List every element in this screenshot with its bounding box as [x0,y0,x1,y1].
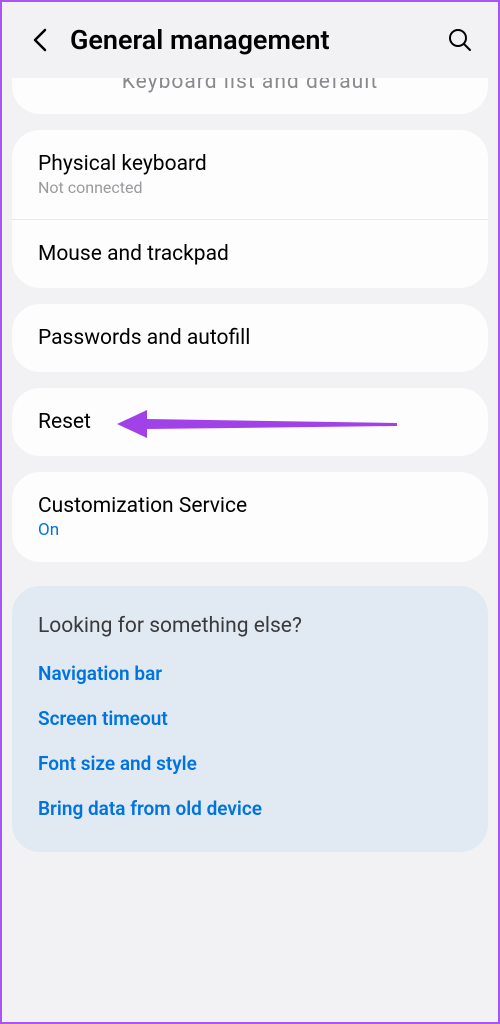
content: Keyboard list and default Physical keybo… [2,78,498,852]
customization-title: Customization Service [38,494,462,518]
customization-item[interactable]: Customization Service On [12,472,488,562]
mouse-trackpad-item[interactable]: Mouse and trackpad [12,220,488,288]
suggestions-card: Looking for something else? Navigation b… [12,586,488,852]
passwords-autofill-item[interactable]: Passwords and autofill [12,304,488,372]
suggestion-navigation-bar[interactable]: Navigation bar [38,662,462,685]
reset-title: Reset [38,410,462,434]
truncated-card: Keyboard list and default [12,78,488,114]
customization-card: Customization Service On [12,472,488,562]
suggestion-font-size[interactable]: Font size and style [38,752,462,775]
suggestion-bring-data[interactable]: Bring data from old device [38,797,462,820]
reset-item[interactable]: Reset [12,388,488,456]
mouse-trackpad-title: Mouse and trackpad [38,242,462,266]
passwords-autofill-title: Passwords and autofill [38,326,462,350]
search-icon[interactable] [446,26,474,54]
truncated-text: Keyboard list and default [12,78,488,94]
physical-keyboard-title: Physical keyboard [38,152,462,176]
reset-card: Reset [12,388,488,456]
header: General management [2,2,498,78]
suggestions-title: Looking for something else? [38,614,462,638]
input-devices-card: Physical keyboard Not connected Mouse an… [12,130,488,288]
back-icon[interactable] [26,26,54,54]
customization-subtitle: On [38,520,462,540]
page-title: General management [70,24,446,56]
passwords-card: Passwords and autofill [12,304,488,372]
physical-keyboard-subtitle: Not connected [38,178,462,197]
physical-keyboard-item[interactable]: Physical keyboard Not connected [12,130,488,220]
suggestion-screen-timeout[interactable]: Screen timeout [38,707,462,730]
